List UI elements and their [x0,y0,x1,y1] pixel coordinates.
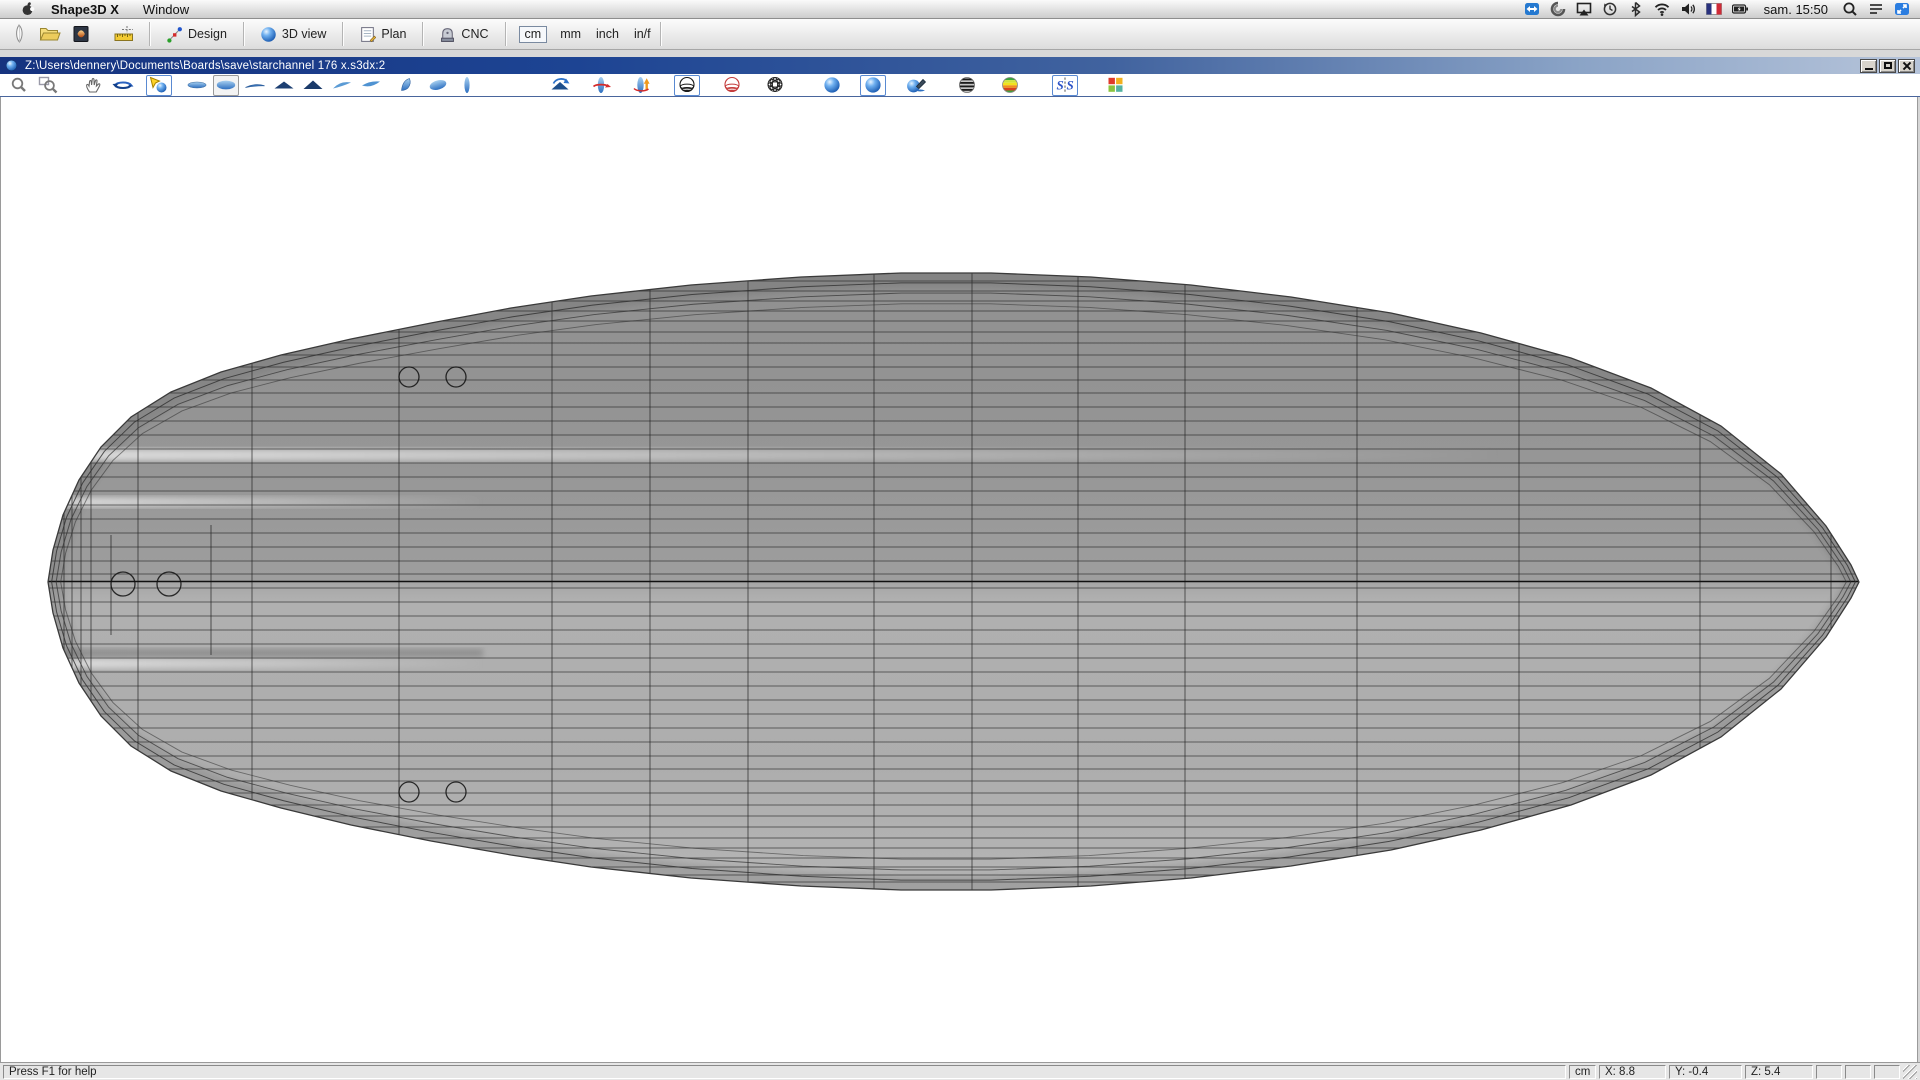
unit-cm[interactable]: cm [519,26,548,43]
board-rocker-view-icon[interactable] [242,75,268,96]
svg-text:S: S [1057,78,1064,93]
volume-icon[interactable] [1680,0,1696,19]
window-manager-icon[interactable] [1894,0,1910,19]
separator [149,22,150,46]
new-board-button[interactable] [6,22,32,46]
unit-selector: cm mm inch in/f [519,26,653,43]
menu-window[interactable]: Window [143,2,189,17]
battery-icon[interactable] [1732,0,1750,19]
minimize-button[interactable] [1860,59,1877,73]
resize-grip[interactable] [1903,1065,1917,1079]
wifi-icon[interactable] [1654,0,1670,19]
statusbar-empty-panel [1874,1065,1900,1079]
svg-text:S: S [1067,78,1074,93]
wireframe-mesh-view-icon[interactable] [762,75,788,96]
design-mode-button[interactable]: Design [157,24,236,45]
french-flag-icon[interactable] [1706,0,1722,19]
statusbar-help: Press F1 for help [3,1065,1566,1079]
board-profile-vertical-icon[interactable] [454,75,480,96]
3d-view-mode-label: 3D view [282,27,326,41]
3d-view-mode-button[interactable]: 3D view [251,24,335,45]
shaded-view-icon[interactable] [860,75,886,96]
unit-inf[interactable]: in/f [632,26,653,42]
main-toolbar: Design 3D view Plan CNC cm mm inch in/f [0,19,1920,50]
document-titlebar[interactable]: Z:\Users\dennery\Documents\Boards\save\s… [0,57,1920,74]
plan-mode-button[interactable]: Plan [350,24,415,45]
wireframe-red-view-icon[interactable] [719,75,745,96]
board-front-section-icon[interactable] [271,75,297,96]
zoom-icon[interactable] [7,75,33,96]
board-top-wireframe-icon[interactable] [184,75,210,96]
statusbar-empty-panel [1845,1065,1871,1079]
maximize-button[interactable] [1879,59,1896,73]
cnc-icon [439,26,456,43]
stripes-color-view-icon[interactable] [997,75,1023,96]
3d-view-icon [260,26,277,43]
open-folder-button[interactable] [37,22,63,46]
separator [660,22,661,46]
curvature-view-icon[interactable]: SS [1052,75,1078,96]
apple-menu-icon[interactable] [20,1,35,17]
swirl-icon[interactable] [1550,0,1566,19]
paint-view-icon[interactable] [903,75,929,96]
rotate-board-length-axis-icon[interactable] [588,75,614,96]
pan-hand-icon[interactable] [81,75,107,96]
stripes-gray-view-icon[interactable] [954,75,980,96]
menubar-clock[interactable]: sam. 15:50 [1764,2,1828,17]
close-icon [1902,61,1912,71]
zoom-window-icon[interactable] [36,75,62,96]
document-icon [5,59,18,72]
wireframe-white-view-icon[interactable] [674,75,700,96]
app-menu-title[interactable]: Shape3D X [51,2,119,17]
board-perspective-view-icon[interactable] [396,75,422,96]
board-quarter-view-icon[interactable] [329,75,355,96]
statusbar-unit: cm [1569,1065,1596,1079]
separator [505,22,506,46]
maximize-icon [1884,62,1892,69]
board-quarter-view-2-icon[interactable] [358,75,384,96]
solid-blue-view-icon[interactable] [819,75,845,96]
board-perspective-view-2-icon[interactable] [425,75,451,96]
time-machine-icon[interactable] [1602,0,1618,19]
teamviewer-icon[interactable] [1524,0,1540,19]
macos-menubar: Shape3D X Window sam. 15:50 [0,0,1920,19]
document-title: Z:\Users\dennery\Documents\Boards\save\s… [25,60,385,72]
flip-board-icon[interactable] [547,75,573,96]
board-top-solid-icon[interactable] [213,75,239,96]
design-mode-icon [166,26,183,43]
separator [342,22,343,46]
plan-mode-label: Plan [381,27,406,41]
close-button[interactable] [1898,59,1915,73]
unit-inch[interactable]: inch [594,26,621,42]
separator [243,22,244,46]
separator [422,22,423,46]
rotate-board-width-axis-icon[interactable] [629,75,655,96]
minimize-icon [1865,68,1873,70]
cnc-mode-label: CNC [461,27,488,41]
color-palette-icon[interactable] [1103,75,1129,96]
board-3d-view[interactable] [1,97,1919,1062]
design-mode-label: Design [188,27,227,41]
statusbar-x-coordinate: X: 8.8 [1599,1065,1666,1079]
spotlight-icon[interactable] [1842,0,1858,19]
cnc-mode-button[interactable]: CNC [430,24,497,45]
bluetooth-icon[interactable] [1628,0,1644,19]
unit-mm[interactable]: mm [558,26,583,42]
airplay-icon[interactable] [1576,0,1592,19]
3d-canvas [0,97,1918,1062]
view-toolbar: SS [0,74,1920,97]
plan-icon [359,26,376,43]
statusbar-empty-panel [1816,1065,1842,1079]
save-button[interactable] [68,22,94,46]
board-back-section-icon[interactable] [300,75,326,96]
statusbar-z-coordinate: Z: 5.4 [1745,1065,1813,1079]
measurements-button[interactable] [111,22,137,46]
list-icon[interactable] [1868,0,1884,19]
statusbar-y-coordinate: Y: -0.4 [1669,1065,1742,1079]
window-gap [0,50,1920,57]
statusbar: Press F1 for help cm X: 8.8 Y: -0.4 Z: 5… [0,1062,1920,1080]
light-direction-icon[interactable] [146,75,172,96]
rotate-view-icon[interactable] [110,75,136,96]
